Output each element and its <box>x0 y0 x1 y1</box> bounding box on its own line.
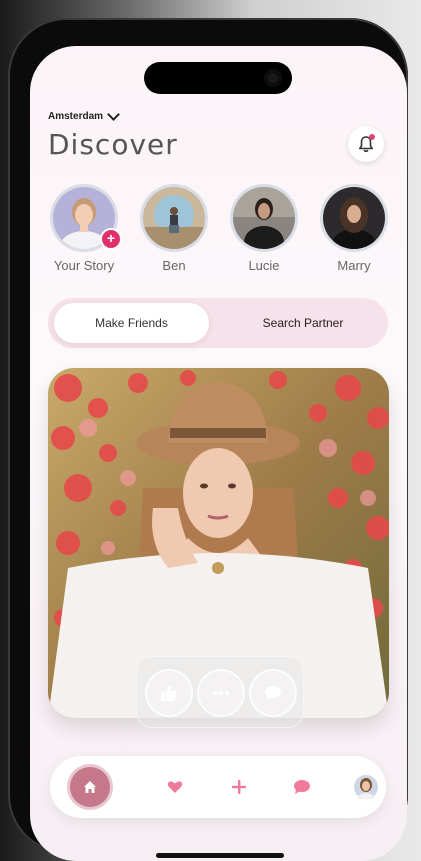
tab-search-partner[interactable]: Search Partner <box>223 303 383 343</box>
like-icon <box>161 685 177 701</box>
plus-icon <box>232 780 246 794</box>
chevron-down-icon <box>107 108 120 121</box>
nav-profile-button[interactable] <box>346 767 386 807</box>
profile-avatar <box>354 775 378 799</box>
nav-home-button[interactable] <box>70 767 110 807</box>
story-ben[interactable]: Ben <box>138 184 210 273</box>
story-name: Marry <box>337 258 371 273</box>
like-button[interactable] <box>145 669 193 717</box>
stories-row: + Your Story Ben Lucie Marry <box>48 184 393 279</box>
story-name: Lucie <box>248 258 280 273</box>
story-ring <box>230 184 298 252</box>
heart-icon <box>167 781 183 793</box>
add-story-icon[interactable]: + <box>100 228 122 250</box>
story-name: Ben <box>162 258 186 273</box>
phone-frame: Amsterdam Discover + Your Story Ben Luci… <box>8 18 408 861</box>
story-marry[interactable]: Marry <box>318 184 390 273</box>
tab-switcher: Make Friends Search Partner <box>48 298 388 348</box>
card-actions <box>136 656 304 728</box>
avatar <box>323 187 385 249</box>
dynamic-island <box>144 62 292 94</box>
notification-button[interactable] <box>348 126 384 162</box>
location-selector[interactable]: Amsterdam <box>48 108 120 122</box>
app-screen: Amsterdam Discover + Your Story Ben Luci… <box>30 46 407 861</box>
notification-dot <box>369 134 375 140</box>
camera-icon <box>264 69 282 87</box>
chat-button[interactable] <box>249 669 297 717</box>
story-ring: + <box>50 184 122 252</box>
nav-messages-button[interactable] <box>282 767 322 807</box>
avatar <box>233 187 295 249</box>
home-icon <box>84 781 96 793</box>
story-name: Your Story <box>53 258 115 273</box>
nav-favorites-button[interactable] <box>155 767 195 807</box>
tab-make-friends[interactable]: Make Friends <box>54 303 209 343</box>
home-indicator <box>156 853 284 858</box>
story-ring <box>320 184 388 252</box>
story-ring <box>140 184 208 252</box>
nav-add-button[interactable] <box>219 767 259 807</box>
page-title: Discover <box>48 128 178 161</box>
more-icon <box>212 690 230 696</box>
chat-icon <box>265 686 281 700</box>
bottom-nav <box>50 756 386 818</box>
message-icon <box>294 780 310 794</box>
location-label: Amsterdam <box>48 111 104 122</box>
more-button[interactable] <box>197 669 245 717</box>
story-lucie[interactable]: Lucie <box>228 184 300 273</box>
avatar <box>143 187 205 249</box>
story-your-story[interactable]: + Your Story <box>48 184 122 273</box>
